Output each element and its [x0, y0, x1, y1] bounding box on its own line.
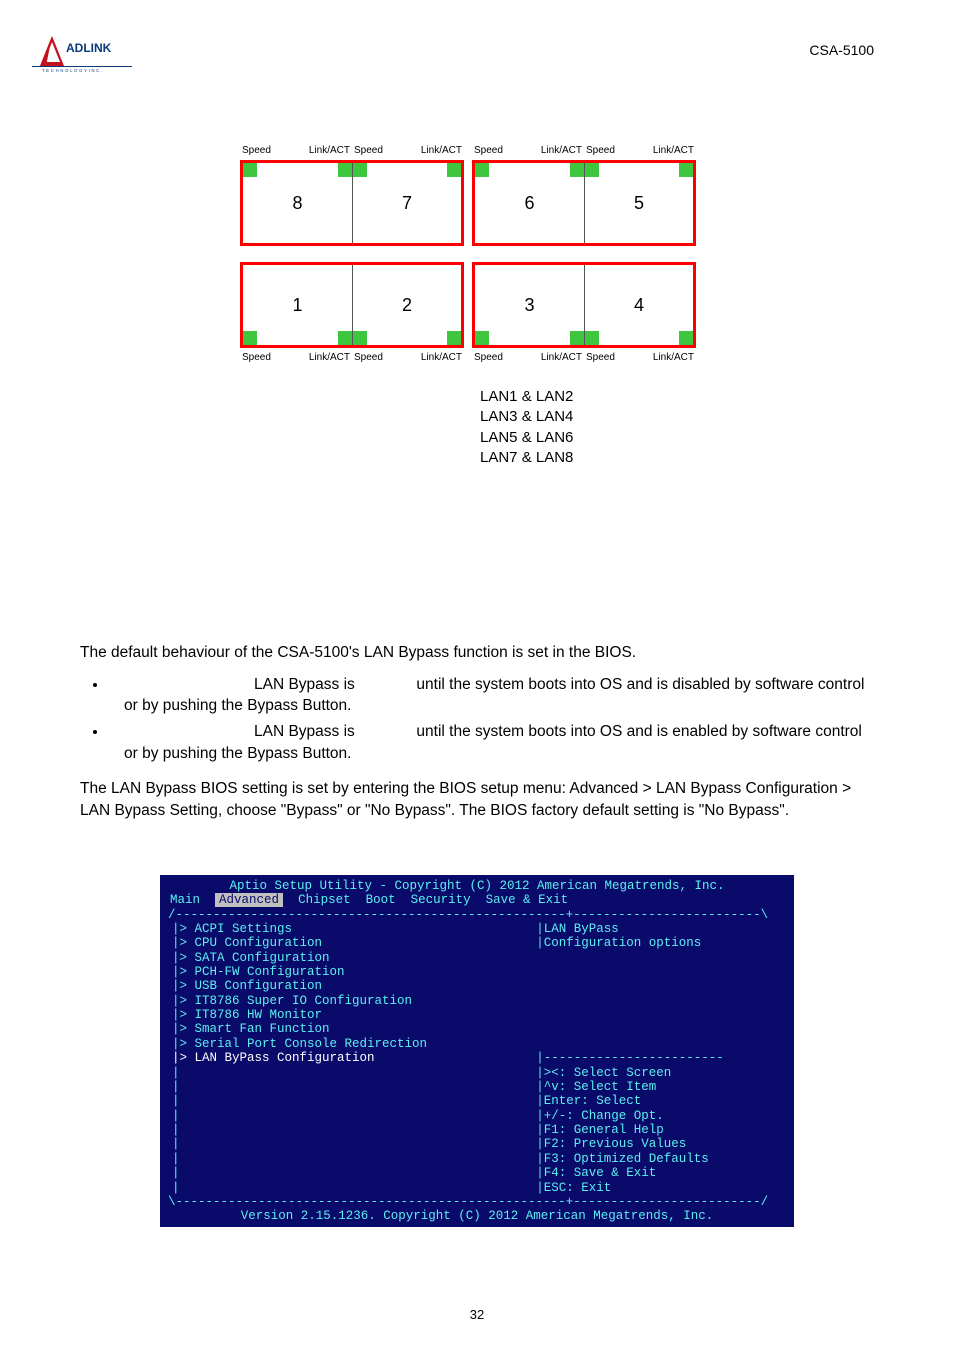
port-3: 3	[475, 265, 584, 345]
bios-menu-list: |> ACPI Settings |> CPU Configuration |>…	[168, 922, 532, 1195]
bios-help-pane: |LAN ByPass |Configuration options |----…	[532, 922, 786, 1195]
model-label: CSA-5100	[809, 42, 874, 58]
body-text: The default behaviour of the CSA-5100's …	[80, 642, 874, 832]
speed-led-icon	[475, 163, 489, 177]
speed-led-icon	[585, 331, 599, 345]
bios-item: |> Smart Fan Function	[172, 1022, 528, 1036]
bios-key: |F3: Optimized Defaults	[536, 1152, 782, 1166]
linkact-led-icon	[338, 163, 352, 177]
bios-divider: /---------------------------------------…	[160, 908, 794, 922]
bullet-item: LAN Bypass is until the system boots int…	[108, 674, 874, 717]
bios-divider-small: |------------------------	[536, 1051, 782, 1065]
speed-led-icon	[243, 163, 257, 177]
port-7: 7	[352, 163, 461, 243]
speed-led-icon	[353, 163, 367, 177]
linkact-led-icon	[447, 331, 461, 345]
bios-key: |^v: Select Item	[536, 1080, 782, 1094]
port-pair-56: 6 5	[472, 160, 696, 246]
port-pair-12: 1 2	[240, 262, 464, 348]
bios-key: |F2: Previous Values	[536, 1137, 782, 1151]
bios-item: |> Serial Port Console Redirection	[172, 1037, 528, 1051]
linkact-led-icon	[447, 163, 461, 177]
linkact-led-icon	[570, 163, 584, 177]
bios-item: |> SATA Configuration	[172, 951, 528, 965]
speed-led-icon	[475, 331, 489, 345]
bios-key: |><: Select Screen	[536, 1066, 782, 1080]
pair-text: LAN3 & LAN4	[480, 407, 720, 427]
port-4: 4	[584, 265, 693, 345]
port-1: 1	[243, 265, 352, 345]
para-bios: The LAN Bypass BIOS setting is set by en…	[80, 778, 874, 821]
top-port-labels: SpeedLink/ACT SpeedLink/ACT SpeedLink/AC…	[240, 145, 720, 156]
intro-paragraph: The default behaviour of the CSA-5100's …	[80, 642, 874, 664]
bios-menubar: Main Advanced Chipset Boot Security Save…	[160, 893, 794, 907]
adlink-logo: ADLINK T E C H N O L O G Y I N C .	[32, 32, 132, 72]
linkact-led-icon	[338, 331, 352, 345]
pair-text: LAN5 & LAN6	[480, 428, 720, 448]
bios-item: |> CPU Configuration	[172, 936, 528, 950]
bios-item: |> IT8786 HW Monitor	[172, 1008, 528, 1022]
bios-key: |Enter: Select	[536, 1094, 782, 1108]
linkact-led-icon	[570, 331, 584, 345]
bios-item: |> IT8786 Super IO Configuration	[172, 994, 528, 1008]
bios-item: |> USB Configuration	[172, 979, 528, 993]
bios-key: |+/-: Change Opt.	[536, 1109, 782, 1123]
svg-text:ADLINK: ADLINK	[66, 41, 112, 55]
port-pair-34: 3 4	[472, 262, 696, 348]
lan-port-diagram: SpeedLink/ACT SpeedLink/ACT SpeedLink/AC…	[240, 145, 720, 468]
svg-text:T E C H N O L O G Y I N C .: T E C H N O L O G Y I N C .	[42, 68, 103, 72]
lan-pair-list: LAN1 & LAN2 LAN3 & LAN4 LAN5 & LAN6 LAN7…	[480, 387, 720, 468]
port-2: 2	[352, 265, 461, 345]
bios-item: |> ACPI Settings	[172, 922, 528, 936]
port-pair-78: 8 7	[240, 160, 464, 246]
port-row-bottom: 1 2 3 4	[240, 262, 720, 348]
bios-item-selected: |> LAN ByPass Configuration	[172, 1051, 528, 1065]
port-5: 5	[584, 163, 693, 243]
port-6: 6	[475, 163, 584, 243]
bios-title: Aptio Setup Utility - Copyright (C) 2012…	[160, 879, 794, 893]
port-8: 8	[243, 163, 352, 243]
bios-help-text: |LAN ByPass	[536, 922, 782, 936]
bios-key: |ESC: Exit	[536, 1181, 782, 1195]
linkact-led-icon	[679, 163, 693, 177]
pair-text: LAN1 & LAN2	[480, 387, 720, 407]
speed-led-icon	[353, 331, 367, 345]
bios-divider: \---------------------------------------…	[160, 1195, 794, 1209]
bios-screenshot: Aptio Setup Utility - Copyright (C) 2012…	[160, 875, 794, 1227]
bullet-item: LAN Bypass is until the system boots int…	[108, 721, 874, 764]
speed-led-icon	[243, 331, 257, 345]
port-row-top: 8 7 6 5	[240, 160, 720, 246]
bios-footer: Version 2.15.1236. Copyright (C) 2012 Am…	[160, 1209, 794, 1223]
bottom-port-labels: SpeedLink/ACT SpeedLink/ACT SpeedLink/AC…	[240, 352, 720, 363]
bios-key: |F1: General Help	[536, 1123, 782, 1137]
bios-item: |> PCH-FW Configuration	[172, 965, 528, 979]
bios-help-text: |Configuration options	[536, 936, 782, 950]
speed-led-icon	[585, 163, 599, 177]
pair-text: LAN7 & LAN8	[480, 448, 720, 468]
bios-menu-selected: Advanced	[215, 893, 283, 907]
page-number: 32	[0, 1307, 954, 1322]
bios-key: |F4: Save & Exit	[536, 1166, 782, 1180]
linkact-led-icon	[679, 331, 693, 345]
